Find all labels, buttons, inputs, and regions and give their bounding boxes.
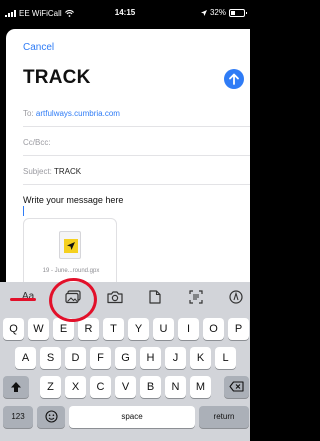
key-y[interactable]: Y: [128, 318, 149, 340]
cc-bcc-field[interactable]: Cc/Bcc:: [23, 130, 250, 156]
key-r[interactable]: R: [78, 318, 99, 340]
key-l[interactable]: L: [215, 347, 236, 369]
key-o[interactable]: O: [203, 318, 224, 340]
attachment-name: 19 - June...round.gpx: [42, 268, 100, 274]
key-d[interactable]: D: [65, 347, 86, 369]
delete-key[interactable]: [224, 376, 249, 398]
compose-title: TRACK: [23, 67, 91, 88]
location-icon: [200, 9, 207, 16]
key-q[interactable]: Q: [3, 318, 24, 340]
battery-percent: 32%: [209, 8, 226, 17]
backspace-icon: [229, 381, 244, 392]
to-label: To:: [23, 109, 34, 118]
key-j[interactable]: J: [165, 347, 186, 369]
camera-icon[interactable]: [107, 290, 123, 304]
key-f[interactable]: F: [90, 347, 111, 369]
key-g[interactable]: G: [115, 347, 136, 369]
status-bar: EE WiFiCall 14:15 32%: [0, 0, 250, 24]
key-p[interactable]: P: [228, 318, 249, 340]
cc-bcc-label: Cc/Bcc:: [23, 138, 51, 147]
key-k[interactable]: K: [190, 347, 211, 369]
key-t[interactable]: T: [103, 318, 124, 340]
key-b[interactable]: B: [140, 376, 161, 398]
emoji-icon: [44, 410, 58, 423]
keyboard-toolbar: Aa: [0, 282, 250, 312]
key-c[interactable]: C: [90, 376, 111, 398]
text-cursor: [23, 206, 24, 216]
space-key[interactable]: space: [69, 406, 195, 428]
key-z[interactable]: Z: [40, 376, 61, 398]
subject-value[interactable]: TRACK: [54, 167, 81, 176]
key-n[interactable]: N: [165, 376, 186, 398]
subject-label: Subject:: [23, 167, 52, 176]
emoji-key[interactable]: [37, 406, 65, 428]
key-m[interactable]: M: [190, 376, 211, 398]
send-button[interactable]: [224, 69, 244, 89]
status-right: 32%: [200, 8, 247, 17]
key-x[interactable]: X: [65, 376, 86, 398]
arrow-up-icon: [229, 73, 239, 85]
document-icon[interactable]: [149, 290, 161, 304]
keyboard: Aa Q W E R T Y U I O P A S D F G H J K L…: [0, 282, 250, 441]
key-s[interactable]: S: [40, 347, 61, 369]
return-key[interactable]: return: [199, 406, 249, 428]
subject-field[interactable]: Subject: TRACK: [23, 159, 250, 185]
gpx-file-icon: [59, 231, 81, 259]
scan-icon[interactable]: [189, 290, 203, 304]
key-u[interactable]: U: [153, 318, 174, 340]
red-pointer-annotation: [10, 298, 36, 301]
key-a[interactable]: A: [15, 347, 36, 369]
key-w[interactable]: W: [28, 318, 49, 340]
key-i[interactable]: I: [178, 318, 199, 340]
shift-key[interactable]: [3, 376, 29, 398]
key-v[interactable]: V: [115, 376, 136, 398]
cancel-button[interactable]: Cancel: [23, 42, 54, 53]
to-field[interactable]: To: artfulways.cumbria.com: [23, 101, 250, 127]
key-h[interactable]: H: [140, 347, 161, 369]
message-body[interactable]: Write your message here: [23, 195, 123, 205]
to-recipient[interactable]: artfulways.cumbria.com: [36, 109, 120, 118]
markup-icon[interactable]: [229, 290, 243, 304]
battery-icon: [229, 8, 247, 17]
shift-icon: [11, 382, 21, 392]
numbers-key[interactable]: 123: [3, 406, 33, 428]
